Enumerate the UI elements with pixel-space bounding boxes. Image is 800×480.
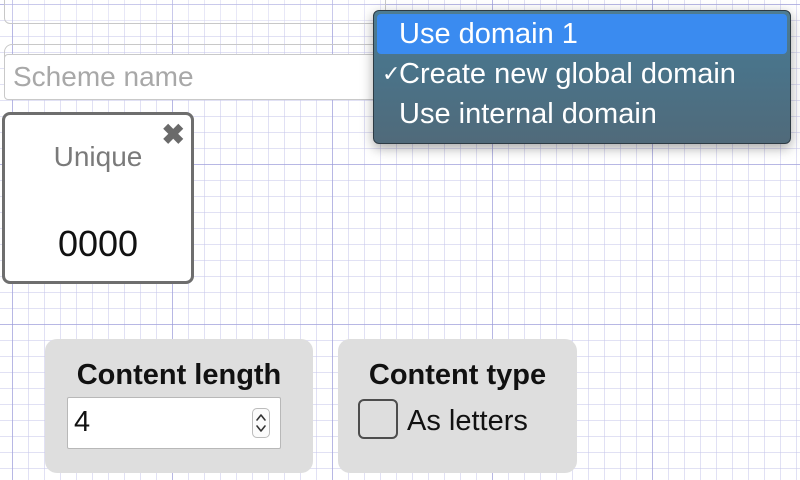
menu-item-use-domain-1[interactable]: Use domain 1: [377, 14, 787, 54]
content-length-value: 4: [74, 406, 91, 438]
content-length-input[interactable]: 4: [67, 397, 281, 449]
menu-item-label: Use internal domain: [399, 98, 657, 130]
menu-item-label: Use domain 1: [399, 18, 578, 50]
as-letters-label[interactable]: As letters: [407, 405, 528, 438]
content-length-label: Content length: [76, 359, 282, 391]
content-type-box: Content type As letters: [338, 339, 577, 473]
scheme-name-input[interactable]: [4, 54, 396, 100]
domain-dropdown-menu[interactable]: Use domain 1 ✓ Create new global domain …: [373, 10, 791, 144]
top-panel-edge: [4, 0, 386, 24]
as-letters-checkbox[interactable]: [358, 399, 398, 439]
checkmark-icon: ✓: [382, 61, 401, 86]
menu-item-label: Create new global domain: [399, 58, 736, 90]
menu-item-create-new-global-domain[interactable]: ✓ Create new global domain: [377, 54, 787, 94]
component-value: 0000: [57, 223, 139, 264]
content-type-label: Content type: [368, 359, 547, 391]
unique-component-card[interactable]: ✖ Unique 0000: [2, 112, 194, 284]
stepper-arrows-icon[interactable]: [252, 408, 270, 438]
menu-item-use-internal-domain[interactable]: Use internal domain: [377, 94, 787, 134]
content-length-box: Content length 4: [45, 339, 313, 473]
component-title: Unique: [53, 141, 143, 172]
